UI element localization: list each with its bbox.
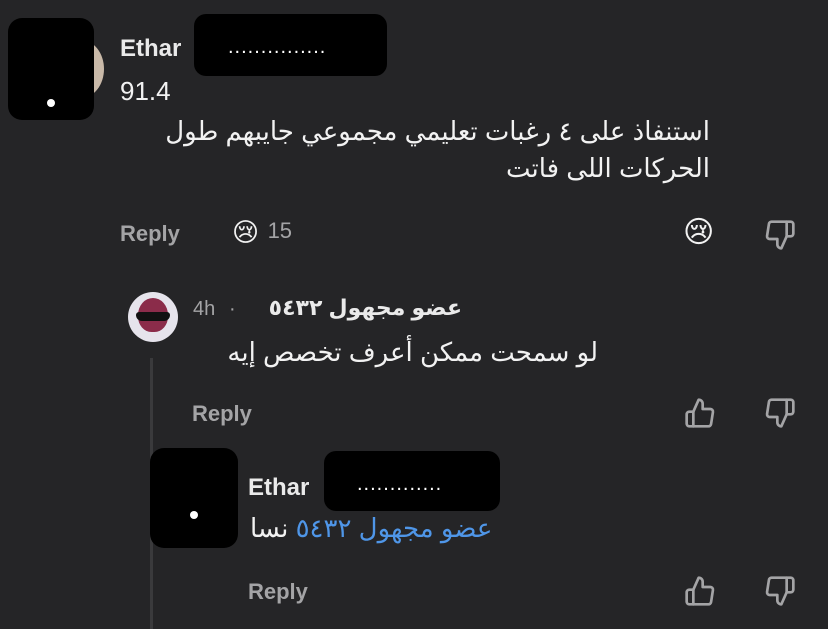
like-icon[interactable]: [684, 397, 716, 429]
reply1-avatar[interactable]: [128, 292, 178, 342]
reply2-avatar[interactable]: [150, 448, 238, 548]
reply2-text-row: عضو مجهول ٥٤٣٢ نسا: [250, 513, 518, 544]
reaction-summary[interactable]: 😢 15: [232, 217, 292, 248]
redacted-label: .............: [357, 473, 443, 495]
redacted-name: .............: [324, 451, 500, 511]
reply1-separator: ·: [229, 298, 236, 320]
dislike-icon[interactable]: [764, 397, 796, 429]
comment-text-line1: استنفاذ على ٤ رغبات تعليمي مجموعي جايبهم…: [165, 116, 710, 146]
mention-link[interactable]: عضو مجهول ٥٤٣٢: [296, 513, 493, 543]
dislike-icon[interactable]: [764, 575, 796, 607]
reply1-time: 4h: [193, 298, 216, 320]
redacted-label: ...............: [228, 36, 327, 58]
redacted-name: ...............: [194, 14, 387, 76]
sad-emoji-icon: 😢: [232, 217, 260, 247]
dislike-icon[interactable]: [764, 219, 796, 251]
reply1-author[interactable]: عضو مجهول ٥٤٣٢: [240, 295, 462, 321]
react-sad-icon[interactable]: 😢: [683, 215, 714, 250]
reply2-text: نسا: [250, 513, 289, 543]
reply2-author[interactable]: Ethar: [248, 474, 309, 502]
comment-text-line2: الحركات اللى فاتت: [505, 153, 710, 183]
comment-score: 91.4: [120, 76, 171, 106]
avatar-dot: [190, 511, 198, 519]
reply1-reply-button[interactable]: Reply: [192, 401, 252, 427]
comment-avatar[interactable]: [8, 18, 94, 120]
like-icon[interactable]: [684, 575, 716, 607]
avatar-dot: [47, 99, 55, 107]
reply1-text: لو سمحت ممكن أعرف تخصص إيه: [227, 337, 598, 367]
comment-reply-button[interactable]: Reply: [120, 221, 180, 247]
reply2-reply-button[interactable]: Reply: [248, 579, 308, 605]
sunglasses-icon: [136, 312, 170, 321]
comment-author[interactable]: Ethar: [120, 35, 181, 63]
reaction-count: 15: [267, 218, 293, 243]
